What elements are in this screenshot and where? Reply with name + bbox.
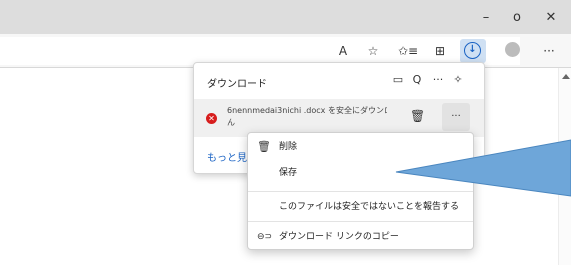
callout-arrow-shape <box>395 139 571 197</box>
callout-arrow <box>395 139 571 197</box>
